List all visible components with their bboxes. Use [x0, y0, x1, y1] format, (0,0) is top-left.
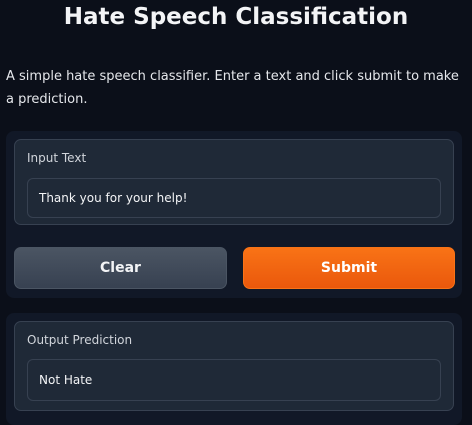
input-panel: Input Text Thank you for your help! Clea…: [6, 131, 462, 298]
clear-button[interactable]: Clear: [14, 247, 227, 289]
page-title: Hate Speech Classification: [63, 4, 409, 30]
input-text-label: Input Text: [27, 151, 87, 165]
output-prediction-block: Output Prediction Not Hate: [14, 321, 454, 411]
page-description: A simple hate speech classifier. Enter a…: [6, 69, 459, 107]
input-text-field[interactable]: Thank you for your help!: [27, 178, 441, 218]
output-panel: Output Prediction Not Hate: [6, 313, 462, 425]
submit-button[interactable]: Submit: [243, 247, 455, 289]
output-prediction-label: Output Prediction: [27, 333, 133, 347]
input-text-block: Input Text Thank you for your help!: [14, 139, 454, 225]
output-prediction-field: Not Hate: [27, 359, 441, 401]
